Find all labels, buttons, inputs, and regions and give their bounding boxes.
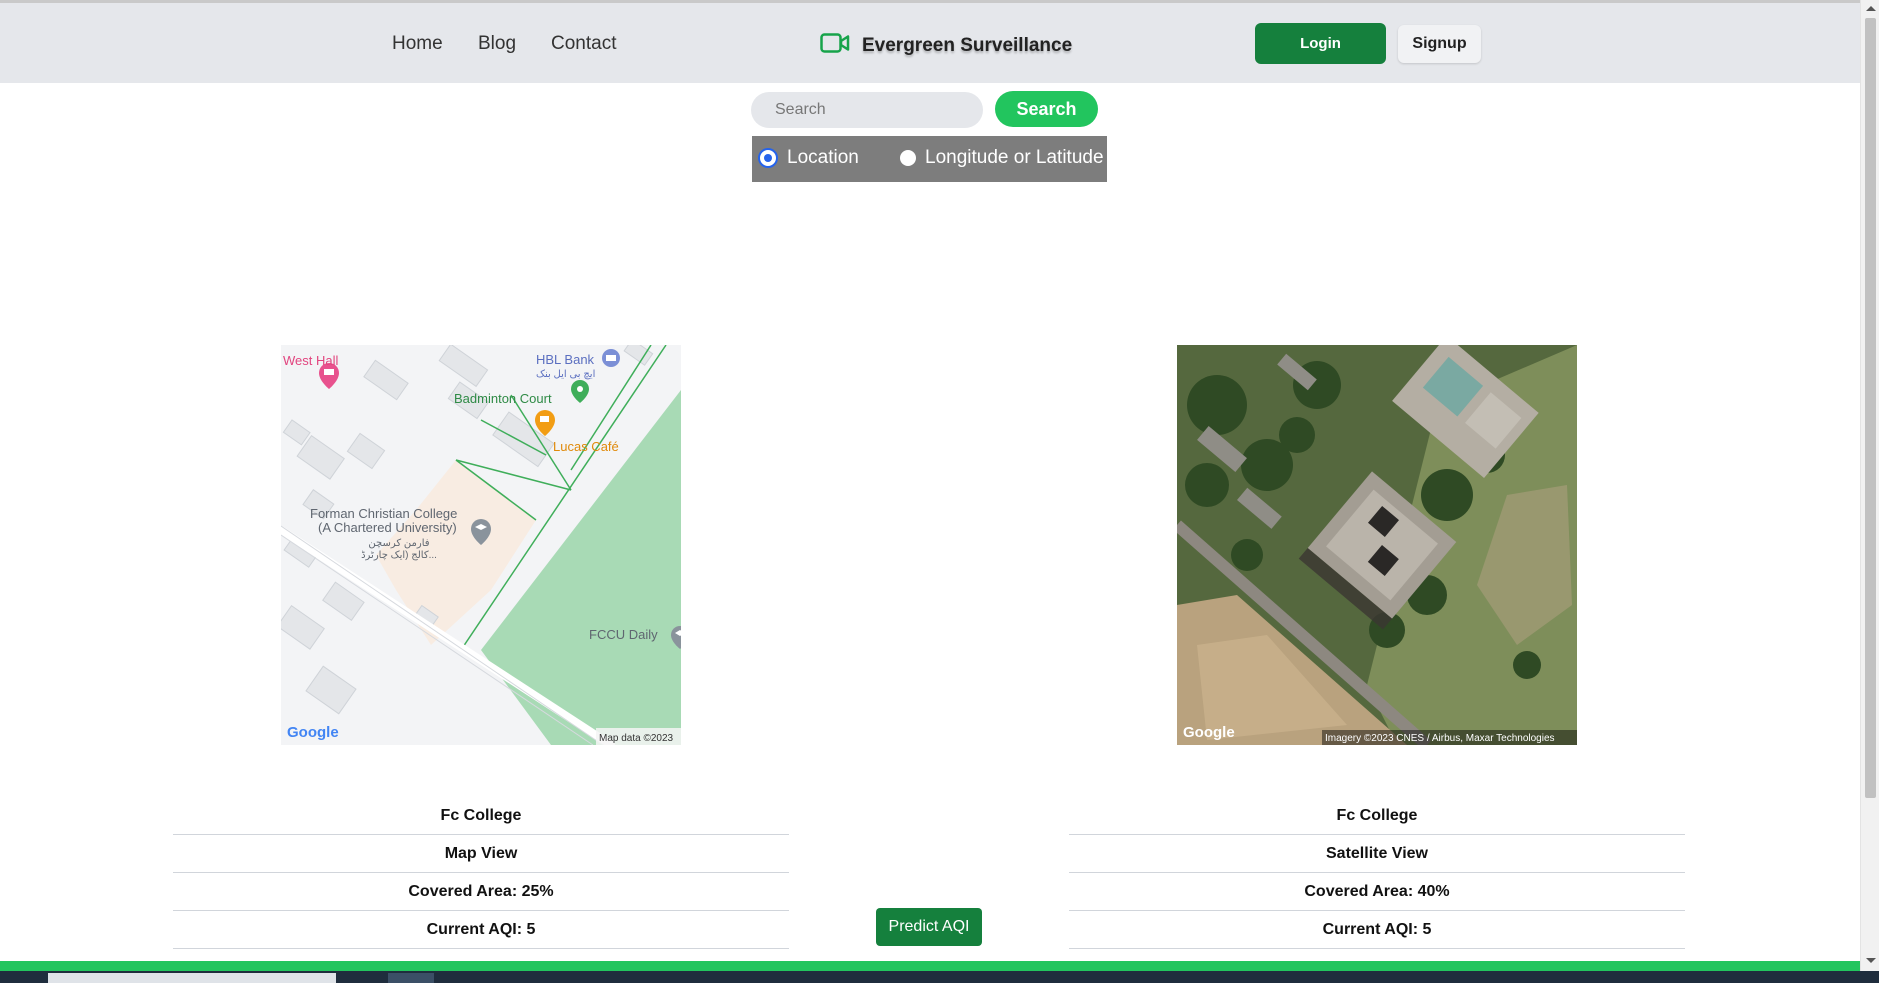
search-button[interactable]: Search [995, 91, 1098, 127]
taskbar-search-box[interactable] [48, 973, 336, 983]
radio-checked-icon[interactable] [758, 148, 778, 168]
map-attribution: Map data ©2023 [599, 733, 674, 744]
brand[interactable]: Evergreen Surveillance [820, 32, 1072, 59]
map-label-badminton: Badminton Court [454, 391, 552, 406]
map-label-fccu-daily: FCCU Daily [589, 627, 658, 642]
satellite-covered-area: Covered Area: 40% [1069, 873, 1685, 911]
satellite-current-aqi: Current AQI: 5 [1069, 911, 1685, 949]
hbl-bank-pin-icon [602, 349, 620, 367]
map-view-title: Map View [173, 835, 789, 873]
map-current-aqi: Current AQI: 5 [173, 911, 789, 949]
satellite-view-image[interactable]: Google Imagery ©2023 CNES / Airbus, Maxa… [1177, 345, 1577, 745]
os-taskbar [0, 971, 1879, 983]
satellite-location-name: Fc College [1069, 797, 1685, 835]
map-label-fccu-1: Forman Christian College [310, 506, 457, 521]
google-logo: Google [287, 724, 339, 741]
map-location-name: Fc College [173, 797, 789, 835]
radio-location[interactable]: Location [758, 147, 859, 169]
map-label-fccu-2: (A Chartered University) [318, 520, 457, 535]
map-covered-area: Covered Area: 25% [173, 873, 789, 911]
map-view-image[interactable]: West Hall HBL Bank ایچ بی ایل بنک Badmin… [281, 345, 681, 745]
page-scrollbar[interactable] [1860, 0, 1879, 971]
radio-longitude-latitude[interactable]: Longitude or Latitude [900, 147, 1104, 169]
nav-home-link[interactable]: Home [392, 33, 443, 55]
search-input[interactable] [751, 92, 983, 128]
radio-unchecked-icon[interactable] [900, 150, 916, 166]
scroll-down-arrow-icon[interactable] [1866, 958, 1876, 963]
login-button[interactable]: Login [1255, 23, 1386, 64]
satellite-info-table: Fc College Satellite View Covered Area: … [1069, 797, 1685, 949]
brand-name: Evergreen Surveillance [862, 34, 1073, 56]
taskbar-app-icon[interactable] [388, 973, 434, 983]
nav-contact-link[interactable]: Contact [551, 33, 616, 55]
radio-location-label: Location [787, 147, 859, 168]
nav-blog-link[interactable]: Blog [478, 33, 516, 55]
map-label-fccu-urdu-2: کالج (ایک چارٹرڈ... [361, 550, 437, 561]
video-camera-icon [820, 32, 850, 59]
map-label-hbl-bank-urdu: ایچ بی ایل بنک [536, 369, 595, 380]
predict-aqi-button[interactable]: Predict AQI [876, 908, 982, 946]
map-label-fccu-urdu-1: فارمن کرسچن [368, 538, 429, 549]
map-label-cafe: Lucas Café [553, 439, 619, 454]
satellite-attribution: Imagery ©2023 CNES / Airbus, Maxar Techn… [1325, 733, 1555, 744]
map-label-hbl-bank: HBL Bank [536, 352, 595, 367]
google-logo: Google [1183, 724, 1235, 741]
footer-bar [0, 961, 1860, 971]
map-info-table: Fc College Map View Covered Area: 25% Cu… [173, 797, 789, 949]
radio-longitude-label: Longitude or Latitude [925, 147, 1104, 168]
scroll-thumb[interactable] [1865, 18, 1876, 798]
signup-button[interactable]: Signup [1398, 25, 1481, 63]
search-mode-selector: Location Longitude or Latitude [752, 136, 1107, 182]
scroll-up-arrow-icon[interactable] [1866, 6, 1876, 11]
navbar: Home Blog Contact Evergreen Surveillance… [0, 3, 1860, 83]
satellite-view-title: Satellite View [1069, 835, 1685, 873]
map-label-west-hall: West Hall [283, 353, 338, 368]
